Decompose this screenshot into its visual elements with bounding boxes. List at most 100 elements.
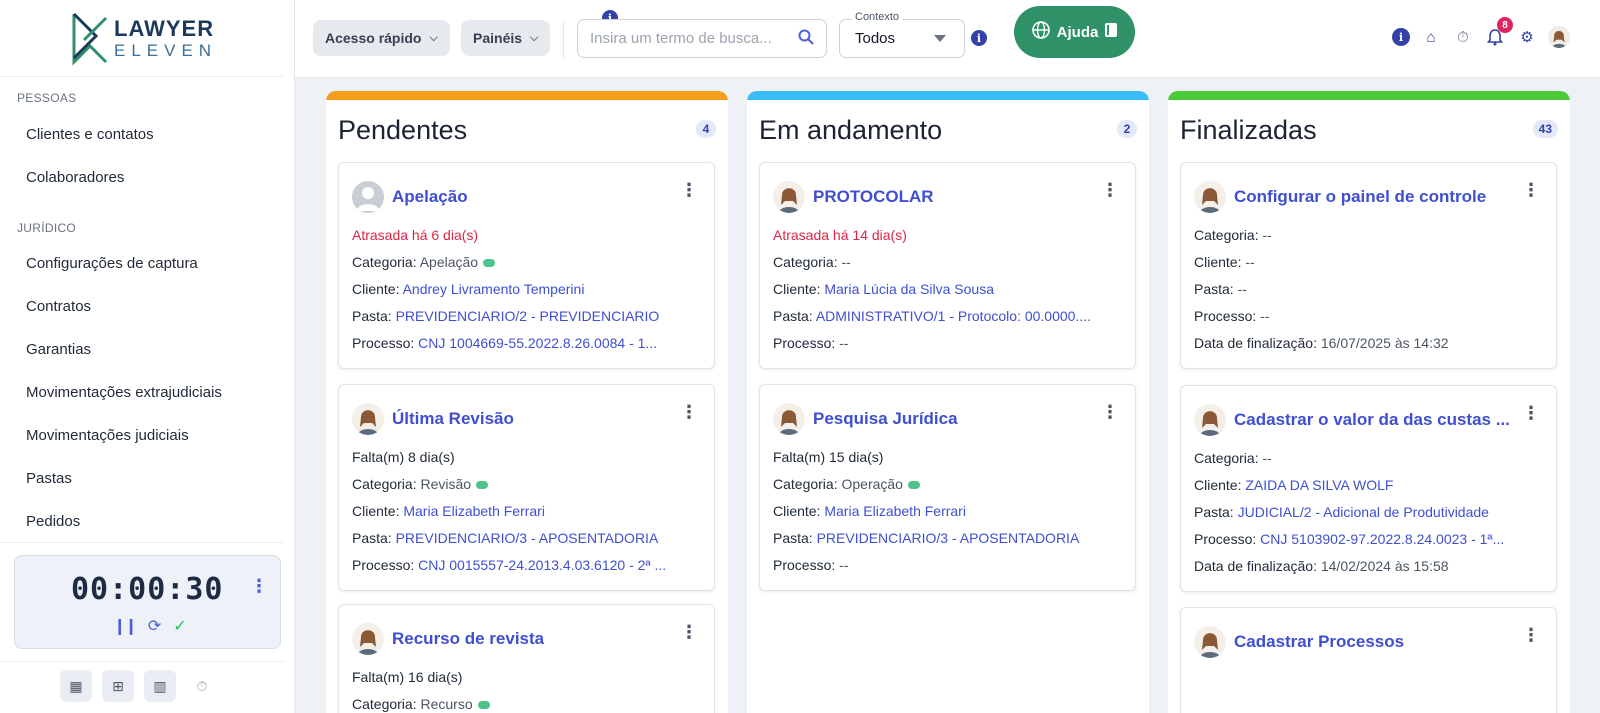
- card-menu-icon[interactable]: ⋮: [680, 403, 698, 421]
- card-folder: Pasta: PREVIDENCIARIO/2 - PREVIDENCIARIO: [352, 308, 660, 324]
- card-menu-icon[interactable]: ⋮: [1522, 626, 1540, 644]
- user-avatar: [773, 403, 805, 435]
- card-client: Cliente: Maria Elizabeth Ferrari: [773, 503, 966, 519]
- task-card[interactable]: Recurso de revista ⋮ Falta(m) 16 dia(s) …: [338, 604, 715, 713]
- sidebar-item-colaboradores[interactable]: Colaboradores: [26, 169, 124, 186]
- user-avatar: [1194, 626, 1226, 658]
- quick-access-button[interactable]: Acesso rápido ⌵: [313, 20, 450, 56]
- sidebar-item-garantias[interactable]: Garantias: [26, 341, 91, 358]
- pause-icon[interactable]: ❙❙: [113, 616, 138, 636]
- category-dot: [477, 701, 490, 710]
- card-category: Categoria: --: [773, 254, 851, 270]
- column-pending: Pendentes 4 Apelação ⋮ Atrasada há 6 dia…: [326, 91, 728, 713]
- task-card[interactable]: Apelação ⋮ Atrasada há 6 dia(s) Categori…: [338, 162, 715, 369]
- brand-line-1: LAWYER: [114, 15, 215, 41]
- category-dot: [476, 481, 489, 490]
- card-menu-icon[interactable]: ⋮: [1522, 181, 1540, 199]
- user-avatar[interactable]: [1548, 26, 1570, 48]
- sidebar-item-pastas[interactable]: Pastas: [26, 470, 72, 487]
- column-title: Em andamento: [759, 115, 943, 145]
- sidebar-item-mov-extrajudiciais[interactable]: Movimentações extrajudiciais: [26, 384, 222, 401]
- brand-logo[interactable]: LAWYER ELEVEN: [70, 10, 217, 66]
- gear-icon[interactable]: ⚙: [1516, 26, 1538, 48]
- card-menu-icon[interactable]: ⋮: [680, 623, 698, 641]
- card-folder: Pasta: --: [1194, 281, 1247, 297]
- card-menu-icon[interactable]: ⋮: [680, 181, 698, 199]
- card-category: Categoria: --: [1194, 227, 1272, 243]
- stopwatch-icon[interactable]: ⏱: [186, 670, 218, 702]
- calendar-icon[interactable]: ▦: [60, 670, 92, 702]
- user-avatar: [352, 623, 384, 655]
- card-title[interactable]: PROTOCOLAR: [813, 187, 934, 207]
- search-icon[interactable]: [798, 29, 814, 50]
- timer-menu-icon[interactable]: ⋮: [250, 576, 268, 597]
- card-category: Categoria: Recurso: [352, 691, 702, 713]
- card-client: Cliente: Andrey Livramento Temperini: [352, 281, 585, 297]
- stopwatch-icon[interactable]: ⏱: [1452, 26, 1474, 48]
- context-info-icon[interactable]: i: [971, 30, 987, 46]
- card-menu-icon[interactable]: ⋮: [1522, 404, 1540, 422]
- card-title[interactable]: Apelação: [392, 187, 468, 207]
- card-folder: Pasta: PREVIDENCIARIO/3 - APOSENTADORIA: [773, 530, 1080, 546]
- task-card[interactable]: Pesquisa Jurídica ⋮ Falta(m) 15 dia(s) C…: [759, 384, 1136, 591]
- column-title: Finalizadas: [1180, 115, 1317, 145]
- user-avatar: [1194, 404, 1226, 436]
- card-title[interactable]: Recurso de revista: [392, 629, 544, 649]
- home-icon[interactable]: ⌂: [1420, 26, 1442, 48]
- card-status: Falta(m) 8 dia(s): [352, 449, 455, 465]
- bell-icon[interactable]: 8: [1484, 17, 1513, 48]
- card-finished-date: Data de finalização: 16/07/2025 às 14:32: [1194, 335, 1449, 351]
- column-in-progress: Em andamento 2 PROTOCOLAR ⋮ Atrasada há …: [747, 91, 1149, 713]
- context-value: Todos: [855, 30, 896, 47]
- notification-badge: 8: [1497, 17, 1513, 33]
- card-title[interactable]: Última Revisão: [392, 409, 514, 429]
- search-input[interactable]: [590, 30, 790, 47]
- add-widget-icon[interactable]: ⊞: [102, 670, 134, 702]
- card-title[interactable]: Pesquisa Jurídica: [813, 409, 958, 429]
- card-menu-icon[interactable]: ⋮: [1101, 181, 1119, 199]
- task-card[interactable]: PROTOCOLAR ⋮ Atrasada há 14 dia(s) Categ…: [759, 162, 1136, 369]
- card-process: Processo: CNJ 0015557-24.2013.4.03.6120 …: [352, 557, 667, 573]
- sidebar-item-pedidos[interactable]: Pedidos: [26, 513, 80, 530]
- task-card[interactable]: Última Revisão ⋮ Falta(m) 8 dia(s) Categ…: [338, 384, 715, 591]
- card-status: Falta(m) 15 dia(s): [773, 449, 884, 465]
- quick-access-label: Acesso rápido: [325, 30, 422, 46]
- search-box: [577, 19, 827, 58]
- card-category: Categoria: Apelação: [352, 249, 702, 276]
- user-avatar: [773, 181, 805, 213]
- task-card[interactable]: Cadastrar o valor da das custas ... ⋮ Ca…: [1180, 385, 1557, 592]
- globe-icon: [1031, 20, 1051, 44]
- toolbar-divider: [563, 20, 564, 58]
- card-title[interactable]: Configurar o painel de controle: [1234, 187, 1486, 207]
- task-card[interactable]: Configurar o painel de controle ⋮ Catego…: [1180, 162, 1557, 369]
- card-status: Atrasada há 6 dia(s): [352, 227, 479, 243]
- column-count: 43: [1532, 120, 1558, 138]
- card-client: Cliente: ZAIDA DA SILVA WOLF: [1194, 477, 1394, 493]
- sync-icon[interactable]: ⟳: [148, 616, 161, 636]
- panels-button[interactable]: Painéis ⌵: [461, 20, 551, 56]
- card-category: Categoria: Operação: [773, 471, 1123, 498]
- card-folder: Pasta: PREVIDENCIARIO/3 - APOSENTADORIA: [352, 530, 659, 546]
- sidebar-item-clientes[interactable]: Clientes e contatos: [26, 126, 154, 143]
- card-folder: Pasta: ADMINISTRATIVO/1 - Protocolo: 00.…: [773, 308, 1091, 324]
- card-client: Cliente: --: [1194, 254, 1255, 270]
- card-client: Cliente: Maria Elizabeth Ferrari: [352, 503, 545, 519]
- user-avatar: [1194, 181, 1226, 213]
- help-button[interactable]: Ajuda: [1014, 6, 1135, 58]
- task-card[interactable]: Cadastrar Processos ⋮: [1180, 607, 1557, 713]
- check-icon[interactable]: ✓: [173, 616, 186, 636]
- sidebar-item-configuracoes-captura[interactable]: Configurações de captura: [26, 255, 198, 272]
- card-menu-icon[interactable]: ⋮: [1101, 403, 1119, 421]
- kanban-icon[interactable]: ▥: [144, 670, 176, 702]
- card-title[interactable]: Cadastrar o valor da das custas ...: [1234, 410, 1510, 430]
- card-client: Cliente: Maria Lúcia da Silva Sousa: [773, 281, 995, 297]
- card-title[interactable]: Cadastrar Processos: [1234, 632, 1404, 652]
- chevron-down-icon: ⌵: [530, 31, 539, 44]
- card-process: Processo: CNJ 5103902-97.2022.8.24.0023 …: [1194, 531, 1505, 547]
- sidebar-item-contratos[interactable]: Contratos: [26, 298, 91, 315]
- context-select[interactable]: Contexto Todos: [839, 11, 965, 58]
- info-icon[interactable]: i: [1392, 28, 1410, 46]
- column-stripe: [747, 91, 1149, 100]
- sidebar-item-mov-judiciais[interactable]: Movimentações judiciais: [26, 427, 189, 444]
- card-process: Processo: CNJ 1004669-55.2022.8.26.0084 …: [352, 335, 658, 351]
